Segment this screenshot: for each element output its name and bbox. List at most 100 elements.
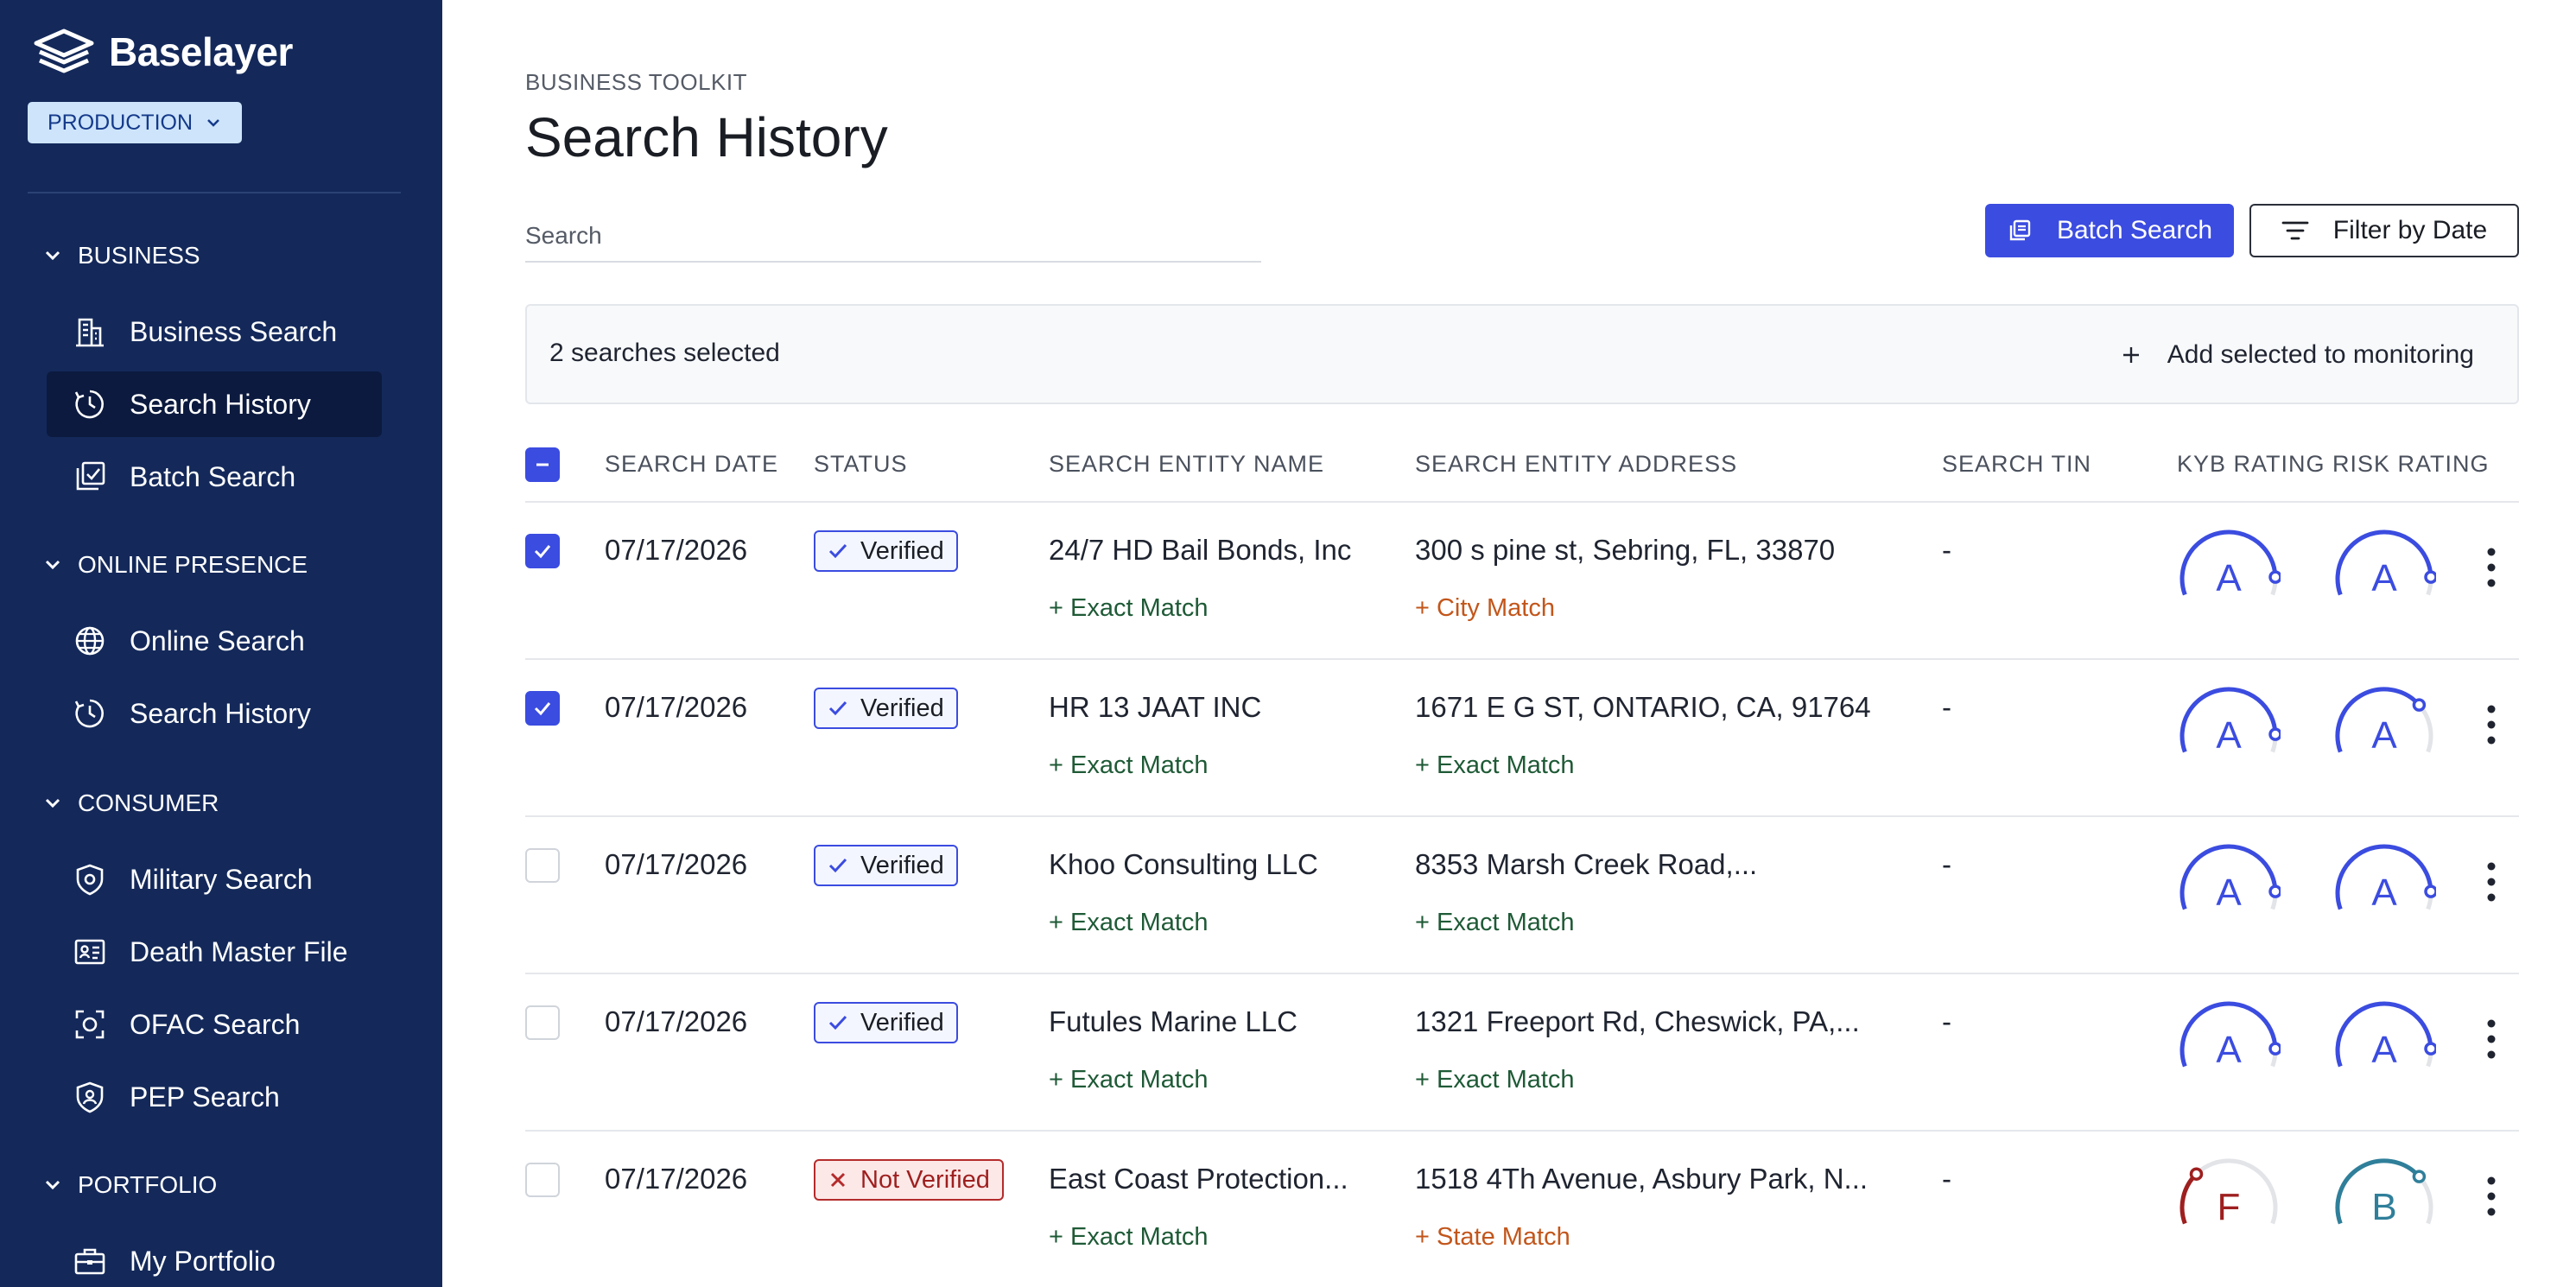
batch-search-button[interactable]: Batch Search: [1985, 204, 2234, 257]
risk-rating-gauge: A: [2335, 844, 2436, 914]
row-checkbox[interactable]: [525, 534, 560, 568]
batch-icon: [2009, 219, 2031, 241]
table-row[interactable]: 07/17/2026 Verified 24/7 HD Bail Bonds, In…: [525, 503, 2519, 660]
search-input[interactable]: [525, 211, 1261, 263]
table-row[interactable]: 07/17/2026 Verified HR 13 JAAT INC + Exact …: [525, 660, 2519, 817]
section-title: CONSUMER: [78, 789, 219, 816]
sidebar-item-label: Business Search: [130, 315, 338, 347]
check-icon: [828, 858, 847, 873]
row-checkbox[interactable]: [525, 1005, 560, 1040]
entity-name: Futules Marine LLC: [1049, 1005, 1298, 1037]
column-header-status[interactable]: STATUS: [814, 451, 908, 478]
gauge-marker: [2268, 570, 2281, 584]
entity-name-match: + Exact Match: [1049, 1223, 1209, 1251]
check-icon: [534, 702, 551, 716]
kyb-rating-gauge: A: [2179, 844, 2281, 914]
search-tin: -: [1942, 534, 1951, 566]
chevron-down-icon: [207, 119, 219, 127]
column-header-search-date[interactable]: SEARCH DATE: [605, 451, 778, 478]
gauge-grade: A: [2216, 872, 2242, 914]
sidebar-item-ofac-search[interactable]: OFAC Search: [47, 992, 382, 1057]
sidebar-item-label: PEP Search: [130, 1081, 280, 1113]
building-icon: [76, 318, 104, 347]
column-header-entity-address[interactable]: SEARCH ENTITY ADDRESS: [1415, 451, 1737, 478]
shield-icon: [76, 864, 104, 896]
column-header-risk-rating[interactable]: RISK RATING: [2332, 451, 2490, 478]
clock-history-icon: [74, 390, 104, 419]
add-to-monitoring-label: Add selected to monitoring: [2167, 340, 2474, 369]
sidebar-item-search-history[interactable]: Search History: [47, 371, 382, 437]
entity-address: 8353 Marsh Creek Road,...: [1415, 848, 1758, 880]
section-consumer[interactable]: CONSUMER: [43, 786, 219, 821]
status-label: Verified: [860, 1008, 944, 1037]
status-label: Verified: [860, 851, 944, 879]
chevron-down-icon: [45, 1180, 60, 1190]
entity-address-match: + City Match: [1415, 594, 1555, 622]
search-date: 07/17/2026: [605, 1163, 748, 1195]
section-online-presence[interactable]: ONLINE PRESENCE: [43, 548, 308, 582]
entity-name: Khoo Consulting LLC: [1049, 848, 1318, 880]
entity-name-match: + Exact Match: [1049, 1066, 1209, 1094]
entity-address-match: + Exact Match: [1415, 909, 1575, 936]
section-title: BUSINESS: [78, 242, 200, 269]
sidebar-item-military-search[interactable]: Military Search: [47, 846, 382, 912]
column-header-entity-name[interactable]: SEARCH ENTITY NAME: [1049, 451, 1324, 478]
sidebar-item-label: Search History: [130, 697, 311, 729]
sidebar-item-online-search[interactable]: Online Search: [47, 608, 382, 674]
status-badge: Verified: [814, 1002, 958, 1043]
status-badge: Verified: [814, 845, 958, 886]
minus-icon: [536, 463, 549, 466]
sidebar-item-pep-search[interactable]: PEP Search: [47, 1064, 382, 1130]
entity-name: HR 13 JAAT INC: [1049, 691, 1262, 723]
table-row[interactable]: 07/17/2026 Verified Futules Marine LLC + Ex…: [525, 974, 2519, 1132]
close-icon: [830, 1172, 846, 1188]
check-icon: [828, 1015, 847, 1030]
table-row[interactable]: 07/17/2026 Verified Khoo Consulting LLC + E…: [525, 817, 2519, 974]
column-header-kyb-rating[interactable]: KYB RATING: [2177, 451, 2325, 478]
row-checkbox[interactable]: [525, 848, 560, 883]
globe-icon: [75, 626, 105, 656]
add-to-monitoring-button[interactable]: Add selected to monitoring: [2121, 332, 2474, 378]
row-checkbox[interactable]: [525, 1163, 560, 1197]
sidebar-item-batch-search[interactable]: Batch Search: [47, 444, 382, 510]
filter-icon: [2281, 221, 2309, 240]
section-portfolio[interactable]: PORTFOLIO: [43, 1168, 217, 1202]
gauge-fill: [2179, 1172, 2198, 1225]
more-vertical-icon[interactable]: [2484, 860, 2498, 903]
column-header-search-tin[interactable]: SEARCH TIN: [1942, 451, 2091, 478]
baselayer-logo-icon: [34, 29, 94, 73]
gauge-marker: [2412, 698, 2427, 712]
entity-address: 1518 4Th Avenue, Asbury Park, N...: [1415, 1163, 1869, 1195]
more-vertical-icon[interactable]: [2484, 546, 2498, 589]
sidebar-item-search-history[interactable]: Search History: [47, 681, 382, 746]
more-vertical-icon[interactable]: [2484, 1175, 2498, 1218]
kyb-rating-gauge: A: [2179, 529, 2281, 599]
table-row[interactable]: 07/17/2026 Not Verified East Coast Protect…: [525, 1132, 2519, 1287]
row-checkbox[interactable]: [525, 691, 560, 726]
brand[interactable]: Baselayer: [28, 26, 293, 78]
entity-address: 1321 Freeport Rd, Cheswick, PA,...: [1415, 1005, 1860, 1037]
gauge-marker: [2424, 1042, 2436, 1056]
filter-by-date-button[interactable]: Filter by Date: [2249, 204, 2519, 257]
sidebar-item-business-search[interactable]: Business Search: [47, 299, 382, 365]
gauge-marker: [2412, 1170, 2427, 1183]
status-label: Verified: [860, 694, 944, 722]
gauge-marker: [2268, 727, 2281, 741]
gauge-marker: [2424, 570, 2436, 584]
briefcase-icon: [74, 1248, 105, 1275]
environment-dropdown[interactable]: PRODUCTION: [28, 102, 242, 143]
sidebar-item-death-master-file[interactable]: Death Master File: [47, 919, 382, 985]
more-vertical-icon[interactable]: [2484, 703, 2498, 746]
table-header: SEARCH DATE STATUS SEARCH ENTITY NAME SE…: [525, 432, 2519, 503]
kyb-rating-gauge: A: [2179, 1001, 2281, 1071]
search-date: 07/17/2026: [605, 848, 748, 880]
gauge-grade: A: [2216, 1029, 2242, 1071]
gauge-marker: [2424, 884, 2436, 898]
gauge-grade: A: [2216, 714, 2242, 757]
sidebar-item-my-portfolio[interactable]: My Portfolio: [47, 1228, 382, 1287]
check-icon: [534, 545, 551, 559]
gauge-grade: A: [2371, 872, 2397, 914]
more-vertical-icon[interactable]: [2484, 1018, 2498, 1061]
select-all-checkbox[interactable]: [525, 447, 560, 482]
section-business[interactable]: BUSINESS: [43, 238, 200, 273]
